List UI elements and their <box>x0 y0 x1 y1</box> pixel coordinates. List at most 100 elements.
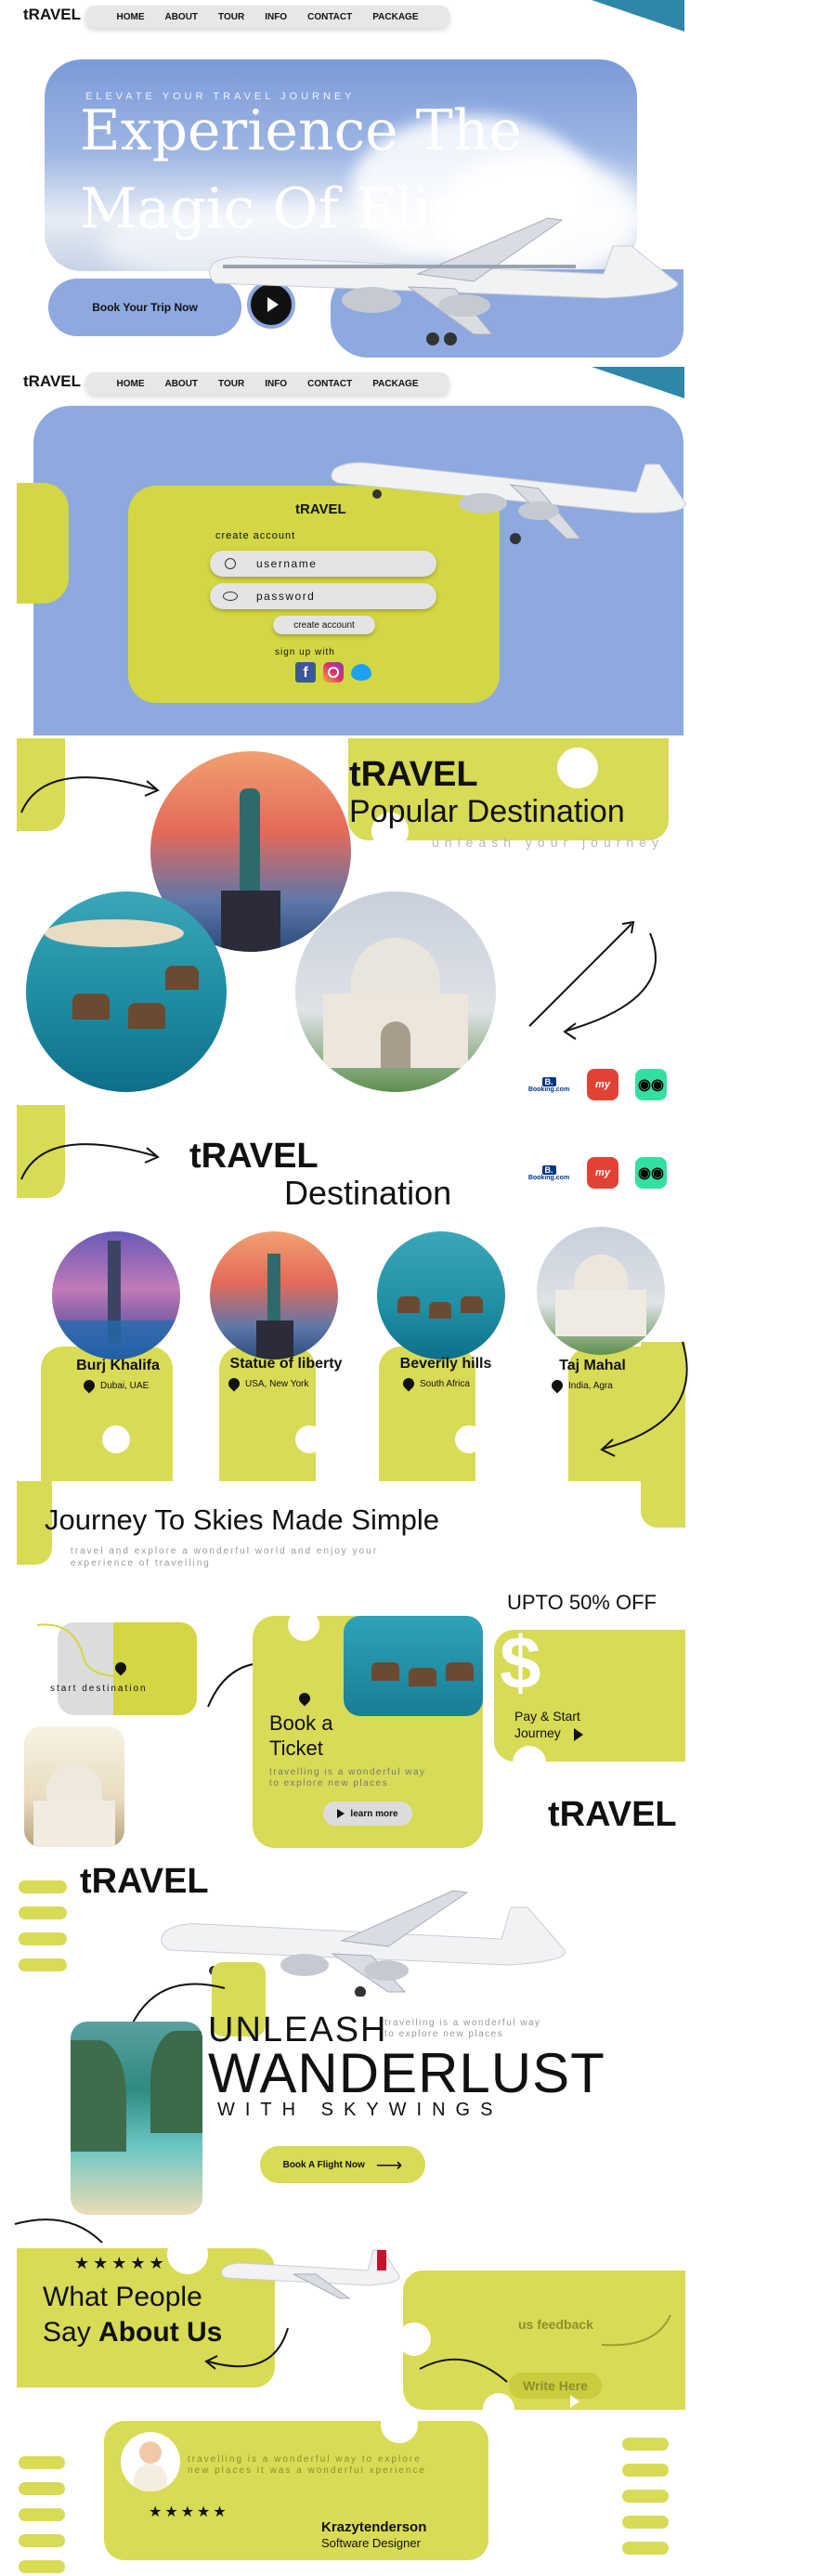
side-dash <box>622 2490 669 2503</box>
side-dash <box>622 2464 669 2477</box>
brand-logo[interactable]: tRAVEL <box>23 6 81 24</box>
curved-arrow-icon <box>600 1341 688 1457</box>
journey-title: Journey To Skies Made Simple <box>45 1503 440 1536</box>
pay-line1: Pay & Start <box>514 1709 580 1724</box>
reviewer-name: Krazytenderson <box>321 2519 427 2535</box>
hero-title-line1: Experience The <box>80 98 522 163</box>
dest-name: Beverily hills <box>399 1356 492 1372</box>
header-hero: tRAVEL HOME ABOUT TOUR INFO CONTACT PACK… <box>0 0 820 367</box>
book-ticket-line2: Ticket <box>269 1737 323 1760</box>
location-pin-icon <box>549 1377 566 1394</box>
create-account-button[interactable]: create account <box>273 616 375 634</box>
eye-icon[interactable] <box>223 592 238 601</box>
wander-small-2: to explore new places <box>384 2029 504 2039</box>
brand-logo-2[interactable]: tRAVEL <box>23 372 81 391</box>
journey-section: Journey To Skies Made Simple travel and … <box>0 1481 820 1853</box>
offer-label: UPTO 50% OFF <box>507 1591 657 1614</box>
curved-arrow-icon <box>14 2218 103 2244</box>
emirates-airplane-image <box>221 2249 400 2299</box>
book-desc-2: to explore new places <box>269 1778 389 1789</box>
cursor-icon <box>570 2395 579 2408</box>
dest-card-liberty[interactable]: Statue of liberty USA, New York <box>221 1356 351 1392</box>
reviewer-avatar <box>121 2432 180 2491</box>
cursor-icon <box>574 1728 583 1741</box>
with-skywings: WITH SKYWINGS <box>217 2100 503 2120</box>
blob-notch <box>167 2233 208 2274</box>
booking-label: Booking.com <box>527 1086 570 1093</box>
popular-title: Popular Destination <box>349 794 625 829</box>
blob-notch <box>557 748 598 788</box>
facebook-icon[interactable]: f <box>295 662 316 683</box>
journey-subtitle-2: experience of travelling <box>71 1558 211 1568</box>
dest-card-burj[interactable]: Burj Khalifa Dubai, UAE <box>67 1358 169 1394</box>
lagoon-image <box>71 2022 202 2215</box>
learn-more-button[interactable]: learn more <box>323 1802 412 1826</box>
review-quote-2: new places it was a wonderful xperience <box>188 2465 426 2476</box>
blob-notch <box>102 1425 130 1453</box>
nav-home[interactable]: HOME <box>116 379 144 389</box>
play-icon <box>337 1809 345 1818</box>
side-dash <box>19 1958 67 1971</box>
user-icon <box>225 558 236 569</box>
write-here-button[interactable]: Write Here <box>509 2373 602 2399</box>
journey-right-blob <box>641 1481 685 1528</box>
nav-contact[interactable]: CONTACT <box>307 379 352 389</box>
main-nav: HOME ABOUT TOUR INFO CONTACT PACKAGE <box>85 6 449 28</box>
journey-subtitle-1: travel and explore a wonderful world and… <box>71 1546 379 1556</box>
twitter-icon[interactable] <box>351 664 371 681</box>
dest-card-beverily[interactable]: Beverily hills South Africa <box>390 1356 501 1392</box>
side-dash <box>19 2508 65 2521</box>
review-quote-1: travelling is a wonderful way to explore <box>188 2454 422 2465</box>
main-nav-2: HOME ABOUT TOUR INFO CONTACT PACKAGE <box>85 372 449 395</box>
maldives-ticket-image <box>344 1616 483 1716</box>
booking-logo-2[interactable]: B. Booking.com <box>528 1157 569 1189</box>
nav-package[interactable]: PACKAGE <box>372 379 418 389</box>
signup-label: sign up with <box>275 647 335 657</box>
nav-info[interactable]: INFO <box>265 379 287 389</box>
nav-about[interactable]: ABOUT <box>164 12 198 22</box>
book-flight-label: Book A Flight Now <box>282 2159 365 2170</box>
start-destination-label: start destination <box>50 1684 148 1694</box>
tripadvisor-logo[interactable]: ◉◉ <box>635 1069 667 1100</box>
blob-notch <box>513 1746 546 1779</box>
nav-info[interactable]: INFO <box>265 12 287 22</box>
blob-notch <box>455 1425 483 1453</box>
corner-accent <box>592 0 684 32</box>
popular-section: tRAVEL Popular Destination unleash your … <box>0 738 820 1105</box>
destination-brand: tRAVEL <box>189 1137 319 1176</box>
makemytrip-logo-2[interactable]: my <box>587 1157 618 1189</box>
book-desc-1: travelling is a wonderful way <box>269 1767 426 1777</box>
title-say: Say <box>43 2317 91 2348</box>
makemytrip-logo[interactable]: my <box>587 1069 618 1100</box>
side-dash <box>19 2560 65 2573</box>
airplane-image-2 <box>331 462 686 544</box>
nav-package[interactable]: PACKAGE <box>372 12 418 22</box>
statue-of-liberty-thumb <box>210 1231 338 1360</box>
side-dash <box>19 2534 65 2547</box>
login-side-blob <box>17 483 69 604</box>
curved-arrow-icon <box>20 776 160 813</box>
tripadvisor-logo-2[interactable]: ◉◉ <box>635 1157 667 1189</box>
testimonial-title-2: Say About Us <box>43 2317 222 2348</box>
curved-arrow-icon <box>204 2327 289 2370</box>
username-placeholder: username <box>256 557 318 570</box>
nav-tour[interactable]: TOUR <box>218 379 244 389</box>
wander-small-1: travelling is a wonderful way <box>384 2018 541 2028</box>
nav-home[interactable]: HOME <box>116 12 144 22</box>
password-field[interactable]: password <box>210 583 436 609</box>
popular-brand: tRAVEL <box>349 755 478 794</box>
book-ticket-line1: Book a <box>269 1711 333 1735</box>
maldives-image <box>26 891 227 1092</box>
book-flight-button[interactable]: Book A Flight Now ⟶ <box>260 2146 425 2183</box>
booking-logo[interactable]: B. Booking.com <box>528 1069 569 1100</box>
instagram-icon[interactable] <box>323 662 344 683</box>
burj-khalifa-image <box>52 1231 180 1360</box>
side-dash <box>622 2542 669 2555</box>
nav-contact[interactable]: CONTACT <box>307 12 352 22</box>
review-stars: ★★★★★ <box>149 2504 229 2520</box>
username-field[interactable]: username <box>210 551 436 577</box>
nav-about[interactable]: ABOUT <box>164 379 198 389</box>
nav-tour[interactable]: TOUR <box>218 12 244 22</box>
wanderlust-section: tRAVEL UNLEASH travelling is a wonderful… <box>0 1853 820 2215</box>
testimonials-section: ★★★★★ What People Say About Us us feedba… <box>0 2215 820 2576</box>
